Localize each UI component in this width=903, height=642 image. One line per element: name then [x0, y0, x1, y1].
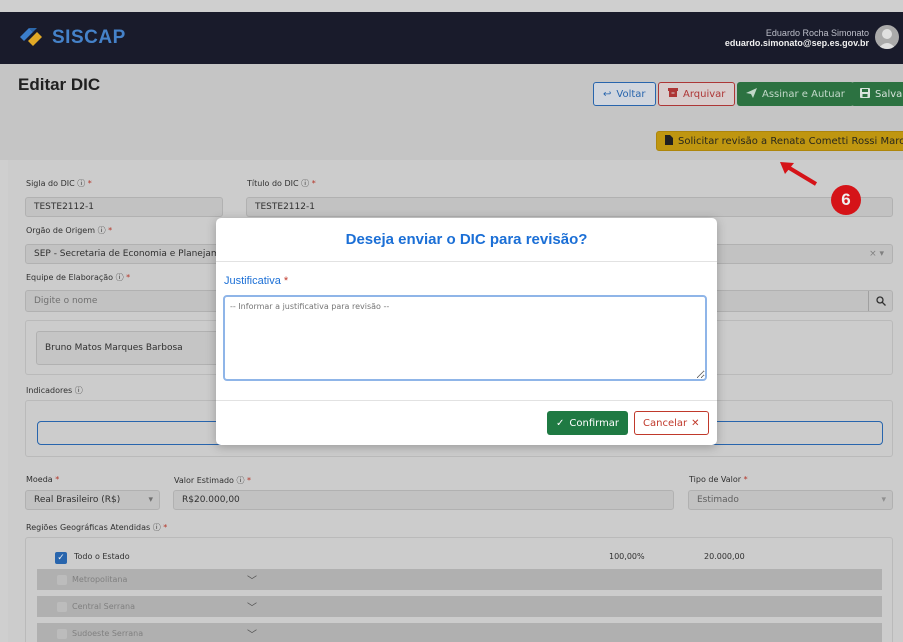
confirmar-label: Confirmar: [569, 417, 620, 429]
confirmar-button[interactable]: ✓ Confirmar: [547, 411, 629, 435]
revisao-modal: Deseja enviar o DIC para revisão? Justif…: [216, 218, 717, 445]
cancelar-label: Cancelar: [643, 417, 688, 429]
justificativa-label: Justificativa *: [224, 275, 289, 287]
modal-title: Deseja enviar o DIC para revisão?: [345, 231, 588, 248]
divider: [216, 261, 717, 262]
cancelar-button[interactable]: Cancelar ✕: [634, 411, 709, 435]
justificativa-textarea[interactable]: [223, 295, 707, 381]
check-icon: ✓: [556, 417, 565, 429]
divider: [216, 400, 717, 401]
close-icon: ✕: [691, 417, 700, 429]
